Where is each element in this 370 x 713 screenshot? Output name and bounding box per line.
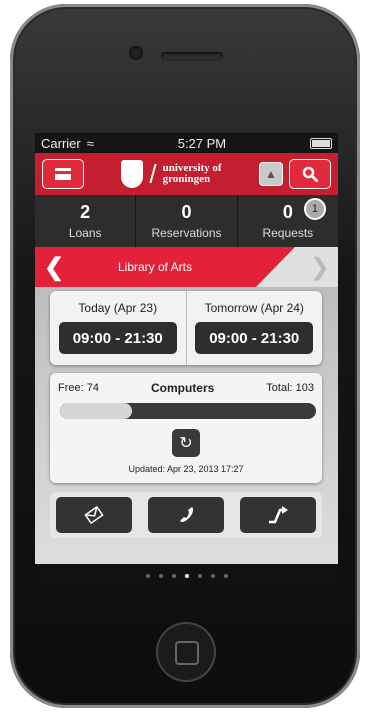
search-button[interactable] [289,159,331,189]
refresh-button[interactable]: ↻ [172,429,200,457]
tomorrow-value: 09:00 - 21:30 [195,322,314,354]
account-counts: 2 Loans 0 Reservations 0 Requests 1 [35,195,338,247]
loans-count[interactable]: 2 Loans [35,195,137,247]
university-logo: / university of groningen [121,158,222,190]
today-value: 09:00 - 21:30 [58,322,177,354]
logo-line2: groningen [162,173,211,185]
battery-icon [309,137,332,149]
page-dot[interactable] [171,574,176,578]
status-bar: Carrier ≈ 5:27 PM [35,133,338,153]
computers-availability-bar [60,403,316,419]
computers-free: Free: 74 [58,382,99,394]
loans-value: 2 [80,202,91,222]
requests-badge: 1 [303,198,326,220]
directions-button[interactable] [240,497,316,533]
refresh-icon: ↻ [179,435,193,452]
reservations-value: 0 [181,202,192,222]
carrier-label: Carrier [41,135,81,151]
menu-button[interactable] [42,159,84,189]
computers-total: Total: 103 [266,382,314,394]
opening-hours-card: Today (Apr 23) 09:00 - 21:30 Tomorrow (A… [50,291,322,365]
app-screen: Carrier ≈ 5:27 PM / university of gronin… [35,133,338,588]
notification-button[interactable]: ▲ [259,162,283,186]
requests-count[interactable]: 0 Requests 1 [238,195,338,247]
library-content: Today (Apr 23) 09:00 - 21:30 Tomorrow (A… [35,287,338,588]
computers-card: Free: 74 Computers Total: 103 ↻ Updated:… [50,373,322,483]
phone-icon [180,507,193,522]
next-library-chevron-right-icon[interactable]: ❯ [310,253,330,282]
reservations-label: Reservations [151,226,222,240]
tomorrow-hours: Tomorrow (Apr 24) 09:00 - 21:30 [187,291,323,365]
page-dot[interactable] [184,574,189,578]
reservations-count[interactable]: 0 Reservations [136,195,238,247]
requests-label: Requests [262,226,314,240]
home-button[interactable] [156,622,216,682]
email-button[interactable] [56,497,132,533]
front-camera [129,46,143,60]
crest-icon [121,160,144,188]
bell-icon: ▲ [265,167,277,181]
app-header: / university of groningen ▲ [35,153,338,195]
page-indicator[interactable] [35,564,338,588]
requests-value: 0 [282,202,293,222]
page-dot[interactable] [197,574,202,578]
today-label: Today (Apr 23) [78,301,158,315]
loans-label: Loans [68,226,102,240]
library-selector: Library of Arts ❮ ❯ [35,247,338,287]
updated-timestamp: Updated: Apr 23, 2013 17:27 [128,464,244,474]
menu-icon [55,168,71,180]
page-dot[interactable] [210,574,215,578]
logo-slash: / [149,158,157,189]
contact-actions [50,492,322,538]
wifi-icon: ≈ [86,135,94,151]
tomorrow-label: Tomorrow (Apr 24) [204,301,304,315]
page-dot[interactable] [158,574,163,578]
library-banner: Library of Arts [35,247,295,287]
today-hours: Today (Apr 23) 09:00 - 21:30 [50,291,187,365]
page-dot[interactable] [145,574,150,578]
page-dot[interactable] [223,574,228,578]
email-icon [84,505,104,525]
earpiece [161,52,223,61]
computers-availability-fill [60,403,132,419]
library-name: Library of Arts [117,260,193,274]
prev-library-chevron-left-icon[interactable]: ❮ [44,253,64,282]
computers-title: Computers [150,381,215,395]
status-time: 5:27 PM [177,135,227,151]
search-icon [302,166,318,182]
call-button[interactable] [148,497,224,533]
directions-icon [269,506,288,524]
